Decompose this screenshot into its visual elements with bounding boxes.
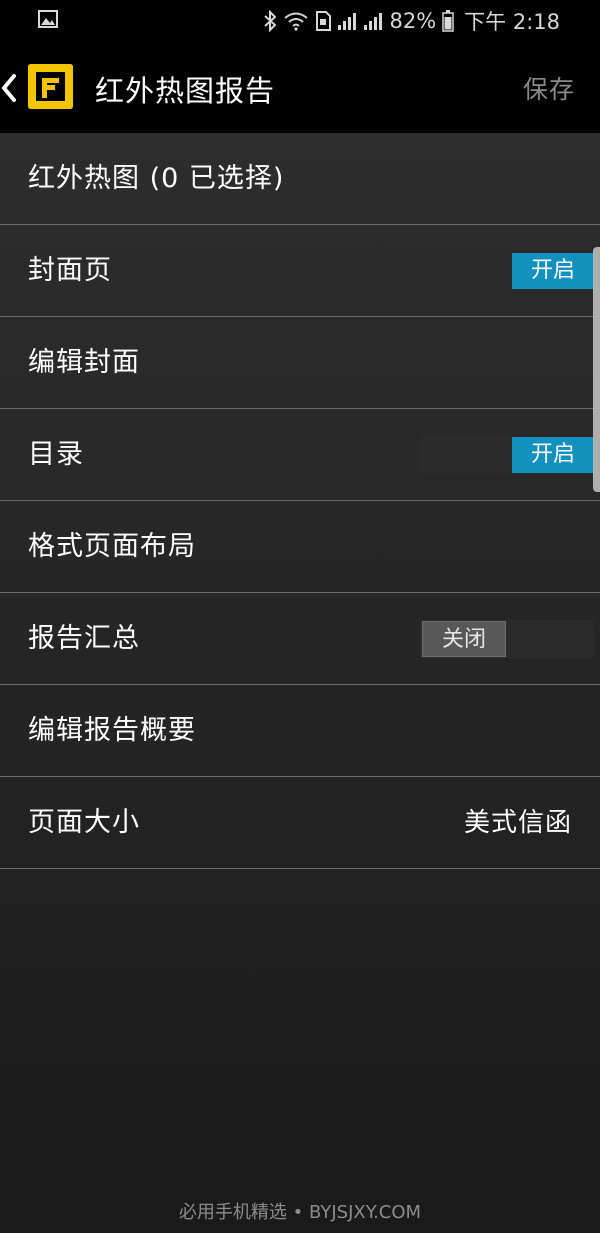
row-label: 编辑报告概要 — [28, 715, 196, 746]
scroll-indicator[interactable] — [593, 247, 600, 492]
row-label: 编辑封面 — [28, 347, 140, 378]
settings-list: 红外热图 (0 已选择) 封面页 开启 编辑封面 目录 开启 格式页面布局 报告… — [0, 133, 600, 1233]
row-label: 报告汇总 — [28, 623, 140, 654]
clock: 下午 2:18 — [464, 10, 560, 34]
row-label: 红外热图 (0 已选择) — [28, 163, 285, 194]
row-edit-cover[interactable]: 编辑封面 — [0, 317, 600, 409]
toggle-state: 关闭 — [422, 621, 506, 657]
sim-icon — [316, 11, 332, 31]
row-label: 页面大小 — [28, 807, 140, 838]
back-icon[interactable] — [0, 68, 22, 108]
wifi-icon — [284, 12, 309, 31]
row-label: 目录 — [28, 439, 84, 470]
page-size-value: 美式信函 — [463, 808, 572, 838]
status-icons: 82% 下午 2:18 — [263, 0, 560, 42]
row-table-of-contents: 目录 开启 — [0, 409, 600, 501]
bluetooth-icon — [264, 10, 277, 32]
toc-toggle[interactable]: 开启 — [420, 436, 594, 474]
save-button[interactable]: 保存 — [523, 70, 575, 106]
signal-icon — [364, 13, 383, 30]
battery-icon — [442, 10, 454, 32]
app-logo-icon — [28, 64, 73, 109]
page-title: 红外热图报告 — [95, 74, 276, 108]
app-bar: 红外热图报告 保存 — [0, 42, 600, 133]
status-bar: 82% 下午 2:18 — [0, 0, 600, 42]
picture-icon — [38, 10, 58, 28]
row-page-layout[interactable]: 格式页面布局 — [0, 501, 600, 593]
signal-icon — [338, 13, 357, 30]
row-label: 封面页 — [28, 255, 112, 286]
screen: 82% 下午 2:18 红外热图报告 保存 红外热图 (0 已选择) 封面页 开… — [0, 0, 600, 1233]
cover-page-toggle[interactable]: 开启 — [420, 252, 594, 290]
row-page-size[interactable]: 页面大小 美式信函 — [0, 777, 600, 869]
row-cover-page: 封面页 开启 — [0, 225, 600, 317]
toggle-state: 开启 — [512, 253, 594, 289]
row-report-summary: 报告汇总 关闭 — [0, 593, 600, 685]
toggle-state: 开启 — [512, 437, 594, 473]
row-edit-report-summary[interactable]: 编辑报告概要 — [0, 685, 600, 777]
row-thermal-images[interactable]: 红外热图 (0 已选择) — [0, 133, 600, 225]
watermark: 必用手机精选 • BYJSJXY.COM — [178, 1202, 422, 1223]
report-summary-toggle[interactable]: 关闭 — [420, 620, 594, 658]
battery-percent: 82% — [389, 9, 437, 33]
row-label: 格式页面布局 — [28, 531, 196, 562]
